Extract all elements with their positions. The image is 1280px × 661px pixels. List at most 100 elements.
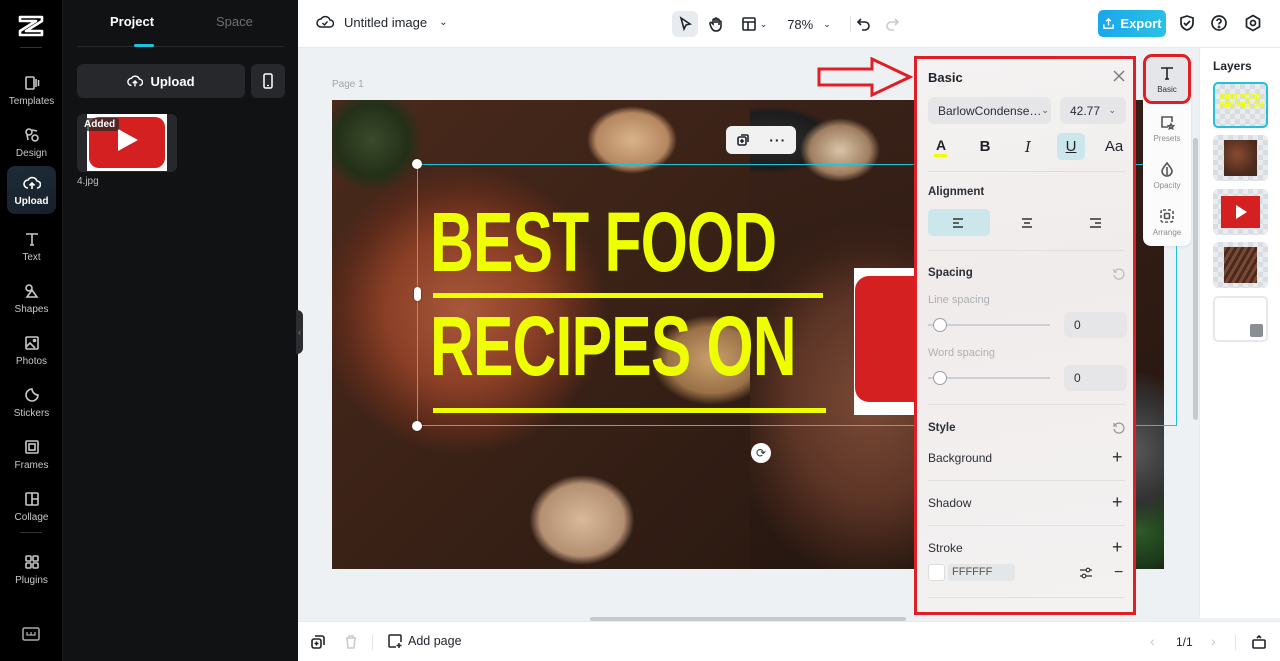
rail-label: Templates <box>8 95 55 107</box>
stroke-color-swatch[interactable] <box>928 564 945 581</box>
slider-knob[interactable] <box>933 318 947 332</box>
mobile-upload-button[interactable] <box>251 64 285 98</box>
chevron-down-icon: ⌄ <box>1041 105 1049 115</box>
delete-page-button[interactable] <box>343 634 359 650</box>
hand-tool[interactable] <box>704 11 728 37</box>
text-color-icon: A <box>935 136 947 153</box>
chevron-down-icon: ⌄ <box>823 18 831 29</box>
collapse-panel-handle[interactable]: ‹ <box>296 310 303 354</box>
play-icon <box>118 129 138 151</box>
top-bar: Untitled image ⌄ ⌄ 78% ⌄ Export <box>298 0 1280 48</box>
duplicate-page-button[interactable] <box>310 634 326 650</box>
layer-text[interactable]: BEST FOOD RECIPES ON <box>1213 82 1268 128</box>
font-size-select[interactable]: 42.77 ⌄ <box>1060 97 1126 124</box>
align-center-button[interactable] <box>996 209 1058 236</box>
phone-icon <box>263 73 273 89</box>
rail-item-upload[interactable]: Upload <box>7 166 56 214</box>
asset-thumbnail[interactable]: Added <box>77 114 177 172</box>
reset-spacing-icon[interactable] <box>1112 267 1126 281</box>
add-page-button[interactable]: Add page <box>387 633 462 649</box>
add-stroke-icon[interactable]: + <box>1112 538 1123 556</box>
rail-label: Shapes <box>14 303 49 315</box>
stroke-color-input[interactable]: FFFFFF <box>948 564 1015 581</box>
help-button[interactable] <box>1210 14 1230 34</box>
add-shadow-icon[interactable]: + <box>1112 493 1123 511</box>
rail-item-collage[interactable]: Collage <box>7 482 56 530</box>
bold-button[interactable]: B <box>971 133 999 160</box>
align-left-icon <box>953 217 963 228</box>
layout-menu[interactable]: ⌄ <box>738 11 770 37</box>
align-right-button[interactable] <box>1064 209 1126 236</box>
next-page-button[interactable]: › <box>1211 633 1216 649</box>
rail-item-shapes[interactable]: Shapes <box>7 274 56 322</box>
canvas-vertical-scrollbar[interactable] <box>1193 138 1198 420</box>
frames-icon <box>24 439 39 454</box>
shield-button[interactable] <box>1178 14 1198 34</box>
headline-text[interactable]: BEST FOOD RECIPES ON <box>430 200 797 414</box>
rail-item-design[interactable]: Design <box>7 118 56 166</box>
remove-stroke-icon[interactable]: − <box>1114 564 1123 582</box>
rail-item-templates[interactable]: Templates <box>7 66 56 114</box>
headline-line-2: RECIPES ON <box>430 299 797 393</box>
tab-basic[interactable]: Basic <box>1143 54 1191 104</box>
font-family-select[interactable]: BarlowCondense… ⌄ <box>928 97 1051 124</box>
zoom-menu[interactable]: 78% ⌄ <box>784 11 834 37</box>
word-spacing-input[interactable]: 0 <box>1064 365 1127 391</box>
rail-item-photos[interactable]: Photos <box>7 326 56 374</box>
tab-opacity[interactable]: Opacity <box>1146 153 1188 197</box>
align-left-button[interactable] <box>928 209 990 236</box>
resize-handle-left[interactable] <box>414 287 421 301</box>
upload-button[interactable]: Upload <box>77 64 245 98</box>
settings-button[interactable] <box>1244 14 1264 34</box>
align-right-icon <box>1090 217 1101 228</box>
slider-knob[interactable] <box>933 371 947 385</box>
rail-item-stickers[interactable]: Stickers <box>7 378 56 426</box>
reset-style-icon[interactable] <box>1112 421 1126 435</box>
capcut-logo-icon[interactable] <box>17 14 45 38</box>
rail-label: Collage <box>14 511 49 523</box>
duplicate-icon <box>311 635 325 649</box>
element-floating-toolbar: ··· <box>726 126 796 154</box>
rail-item-plugins[interactable]: Plugins <box>7 545 56 593</box>
page-panel-button[interactable] <box>1251 634 1267 650</box>
layer-youtube-logo[interactable] <box>1213 189 1268 235</box>
underline-button[interactable]: U <box>1057 133 1085 160</box>
asset-filename: 4.jpg <box>77 176 99 187</box>
redo-button[interactable] <box>882 11 902 37</box>
text-color-button[interactable]: A <box>927 133 955 160</box>
tab-project[interactable]: Project <box>110 14 154 29</box>
close-icon[interactable] <box>1112 69 1126 83</box>
text-case-button[interactable]: Aa <box>1100 133 1128 160</box>
word-spacing-slider[interactable] <box>928 370 1050 386</box>
prev-page-button[interactable]: ‹ <box>1150 633 1155 649</box>
resize-handle-bottom-left[interactable] <box>412 421 422 431</box>
text-icon <box>25 232 38 246</box>
rail-item-text[interactable]: Text <box>7 222 56 270</box>
duplicate-icon[interactable] <box>736 133 750 147</box>
tab-label: Opacity <box>1153 180 1181 190</box>
italic-button[interactable]: I <box>1014 133 1042 160</box>
line-spacing-input[interactable]: 0 <box>1064 312 1127 338</box>
resize-handle-top-left[interactable] <box>412 159 422 169</box>
document-title-menu[interactable]: Untitled image ⌄ <box>316 14 448 30</box>
upload-cloud-icon <box>22 176 41 189</box>
tab-space[interactable]: Space <box>216 14 253 29</box>
opacity-icon <box>1161 161 1173 177</box>
more-options-icon[interactable]: ··· <box>769 132 786 148</box>
select-tool[interactable] <box>672 11 698 37</box>
export-button[interactable]: Export <box>1098 10 1166 37</box>
section-divider <box>928 250 1125 251</box>
add-background-icon[interactable]: + <box>1112 448 1123 466</box>
stroke-settings-icon[interactable] <box>1079 566 1093 580</box>
undo-button[interactable] <box>854 11 874 37</box>
text-underline <box>433 408 826 413</box>
rail-item-frames[interactable]: Frames <box>7 430 56 478</box>
layer-photo-2[interactable] <box>1213 242 1268 288</box>
line-spacing-slider[interactable] <box>928 317 1050 333</box>
layer-photo-1[interactable] <box>1213 135 1268 181</box>
tab-arrange[interactable]: Arrange <box>1146 200 1188 244</box>
keyboard-shortcuts-icon[interactable] <box>21 626 41 642</box>
layer-background[interactable] <box>1213 296 1268 342</box>
tab-presets[interactable]: Presets <box>1146 106 1188 150</box>
rotate-handle[interactable]: ⟳ <box>751 443 771 463</box>
